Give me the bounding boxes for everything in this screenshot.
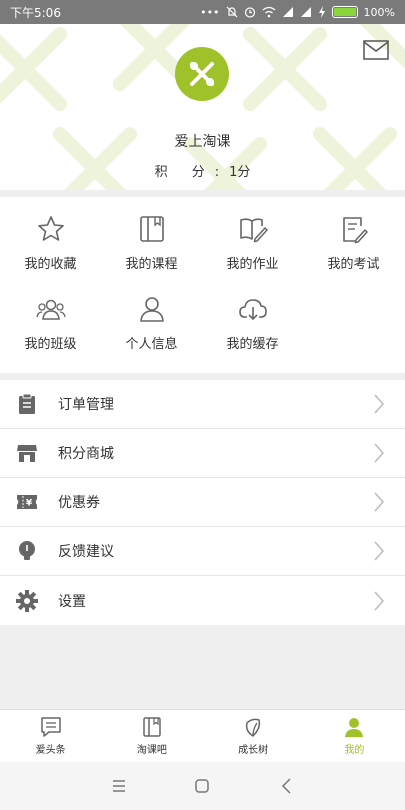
menu-item-label: 积分商城 <box>58 446 114 462</box>
signal-icon-2 <box>300 7 311 17</box>
avatar[interactable] <box>175 47 229 101</box>
grid-item-cache[interactable]: 我的缓存 <box>202 277 303 355</box>
svg-text:¥: ¥ <box>26 499 33 509</box>
tab-growth-tree[interactable]: 成长树 <box>203 710 304 762</box>
book-icon <box>139 216 164 242</box>
tab-mine[interactable]: 我的 <box>304 710 405 762</box>
clipboard-icon <box>16 393 38 415</box>
person-icon <box>139 297 164 322</box>
tab-headlines[interactable]: 爱头条 <box>0 710 101 762</box>
points-label: 积 分: <box>154 165 230 180</box>
gear-icon <box>16 589 38 612</box>
open-book-pen-icon <box>239 218 268 243</box>
chevron-right-icon <box>374 492 385 512</box>
mail-icon[interactable] <box>363 40 389 60</box>
alarm-icon <box>244 7 255 18</box>
store-icon <box>16 442 38 464</box>
grid-item-homework[interactable]: 我的作业 <box>202 197 303 275</box>
news-icon <box>40 717 61 737</box>
status-bar: 下午5:06 ••• 100% <box>0 0 405 24</box>
menu-item-coupons[interactable]: ¥ 优惠券 <box>0 478 405 527</box>
status-time: 下午5:06 <box>10 5 61 20</box>
signal-icon <box>282 7 293 17</box>
battery-text: 100% <box>363 5 395 19</box>
menu-item-points-mall[interactable]: 积分商城 <box>0 429 405 478</box>
grid-item-profile[interactable]: 个人信息 <box>101 277 202 355</box>
paper-pen-icon <box>342 217 368 244</box>
brand-logo-icon <box>190 62 214 86</box>
menu-item-label: 设置 <box>58 593 86 610</box>
book-icon <box>143 717 161 737</box>
user-name: 爱上淘课 <box>174 134 231 150</box>
menu-item-orders[interactable]: 订单管理 <box>0 380 405 429</box>
charging-icon <box>318 6 325 18</box>
home-icon[interactable] <box>193 777 211 795</box>
grid-item-label: 我的作业 <box>226 257 279 272</box>
tab-label: 成长树 <box>238 745 269 756</box>
grid-item-exams[interactable]: 我的考试 <box>303 197 404 275</box>
menu-item-label: 订单管理 <box>58 397 114 413</box>
menu-item-label: 优惠券 <box>58 495 100 511</box>
system-navigation-bar <box>0 762 405 810</box>
menu-icon[interactable] <box>110 777 128 795</box>
leaf-icon <box>246 718 261 737</box>
profile-header: 爱上淘课 积 分:1分 <box>0 24 405 190</box>
menu-item-settings[interactable]: 设置 <box>0 576 405 625</box>
grid-item-label: 我的考试 <box>327 257 380 272</box>
mute-bell-icon <box>226 6 237 18</box>
group-icon <box>35 299 66 320</box>
grid-item-label: 我的班级 <box>24 337 77 352</box>
status-icons: ••• 100% <box>200 6 395 19</box>
points-value: 1分 <box>229 165 251 180</box>
grid-item-label: 我的缓存 <box>226 337 279 352</box>
more-dots-icon: ••• <box>200 5 220 19</box>
grid-item-label: 我的收藏 <box>24 257 77 272</box>
battery-icon <box>331 6 358 18</box>
tab-label: 我的 <box>344 745 365 756</box>
grid-item-courses[interactable]: 我的课程 <box>101 197 202 275</box>
tab-courses[interactable]: 淘课吧 <box>101 710 202 762</box>
tab-label: 爱头条 <box>35 745 66 756</box>
back-icon[interactable] <box>278 777 296 795</box>
lightbulb-icon <box>16 540 38 562</box>
grid-item-label: 我的课程 <box>125 257 178 272</box>
coupon-icon: ¥ <box>16 491 38 513</box>
chevron-right-icon <box>374 591 385 610</box>
tab-label: 淘课吧 <box>136 745 167 756</box>
points-row: 积 分:1分 <box>0 161 405 180</box>
grid-item-label: 个人信息 <box>125 337 178 352</box>
bottom-tab-bar: 爱头条 淘课吧 成长树 我的 <box>0 709 405 762</box>
menu-item-feedback[interactable]: 反馈建议 <box>0 527 405 576</box>
grid-item-classes[interactable]: 我的班级 <box>0 277 101 355</box>
menu-list: 订单管理 积分商城 ¥ 优惠券 反馈建议 设置 <box>0 380 405 625</box>
chevron-right-icon <box>374 394 385 414</box>
menu-item-label: 反馈建议 <box>58 544 114 560</box>
person-icon <box>345 718 364 737</box>
grid-item-favorites[interactable]: 我的收藏 <box>0 197 101 275</box>
wifi-icon <box>262 6 275 18</box>
feature-grid: 我的收藏 我的课程 我的作业 我的考试 我的班级 个人信息 我的缓存 <box>0 197 405 373</box>
star-icon <box>37 216 64 241</box>
cloud-download-icon <box>238 299 267 321</box>
chevron-right-icon <box>374 443 385 463</box>
chevron-right-icon <box>374 541 385 561</box>
